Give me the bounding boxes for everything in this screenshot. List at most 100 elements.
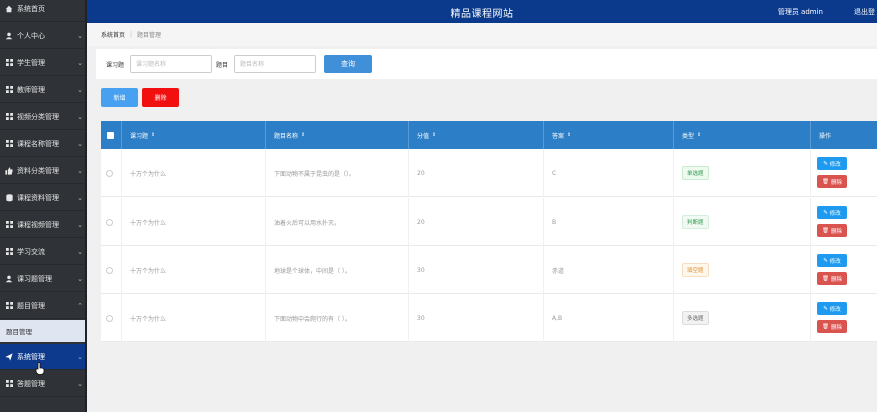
sidebar-item-label: 课程名称管理 xyxy=(17,139,59,148)
select-all-checkbox[interactable] xyxy=(107,131,114,139)
sidebar-item-label: 学生管理 xyxy=(17,58,45,67)
sidebar-item-label: 题目管理 xyxy=(17,301,45,310)
edit-button[interactable]: ✎ 修改 xyxy=(817,302,847,315)
current-user: 管理员 admin xyxy=(777,8,823,16)
sidebar-item-video-category[interactable]: 视频分类管理 ⌄ xyxy=(0,104,87,130)
add-button[interactable]: 新增 xyxy=(101,88,138,107)
delete-button[interactable]: 🗑 删除 xyxy=(817,175,847,188)
sidebar-item-label: 课习题管理 xyxy=(17,274,52,283)
logout-link[interactable]: 退出登 xyxy=(854,7,875,17)
cell-question: 下面动物中会爬行的有（ ）。 xyxy=(266,294,409,342)
sidebar-item-label: 视频分类管理 xyxy=(17,112,59,121)
table-row: 十万个为什么 地球是个球体，中间是（ ）。 30 赤道 填空题 ✎ 修改 🗑 删除 xyxy=(101,246,877,294)
grid-icon xyxy=(2,113,16,120)
delete-button[interactable]: 🗑 删除 xyxy=(817,320,847,333)
column-header-answer[interactable]: 答案 ⇕ xyxy=(544,121,674,149)
cell-answer: B xyxy=(544,198,674,246)
type-badge: 填空题 xyxy=(682,263,709,277)
grid-icon xyxy=(2,86,16,93)
delete-label: 删除 xyxy=(830,228,842,235)
sidebar-item-exercise[interactable]: 课习题管理 ⌄ xyxy=(0,266,87,292)
column-header-label: 课习题 xyxy=(130,132,149,140)
sidebar-item-material-category[interactable]: 资料分类管理 ⌄ xyxy=(0,158,87,184)
cell-exercise: 十万个为什么 xyxy=(122,246,266,294)
sidebar-item-students[interactable]: 学生管理 ⌄ xyxy=(0,50,87,76)
grid-icon xyxy=(2,221,16,228)
column-header-label: 操作 xyxy=(819,132,832,140)
edit-button[interactable]: ✎ 修改 xyxy=(817,254,847,267)
sort-icon: ⇕ xyxy=(567,132,572,138)
delete-button[interactable]: 🗑 删除 xyxy=(817,224,847,237)
question-filter-label: 题目 xyxy=(216,62,229,69)
cell-exercise: 十万个为什么 xyxy=(122,149,266,197)
row-select-cell xyxy=(101,294,122,342)
exercise-search-input[interactable] xyxy=(130,55,212,73)
edit-icon: ✎ xyxy=(823,160,828,167)
question-search-input[interactable] xyxy=(234,55,316,73)
home-icon xyxy=(2,5,16,13)
sidebar-item-course-video[interactable]: 课程视频管理 ⌄ xyxy=(0,212,87,238)
column-header-exercise[interactable]: 课习题 ⇕ xyxy=(122,121,266,149)
row-checkbox[interactable] xyxy=(106,314,113,322)
edit-icon: ✎ xyxy=(823,209,828,216)
sidebar-item-label: 课程资料管理 xyxy=(17,193,59,202)
delete-label: 删除 xyxy=(830,179,842,186)
query-button[interactable]: 查询 xyxy=(324,55,372,73)
sidebar-item-questions[interactable]: 题目管理 ⌃ xyxy=(0,293,87,319)
row-select-cell xyxy=(101,198,122,246)
grid-icon xyxy=(2,248,16,255)
delete-button[interactable]: 🗑 删除 xyxy=(817,272,847,285)
sidebar: 系统首页 个人中心 ⌄ 学生管理 ⌄ 教师管理 ⌄ 视频分类管理 ⌄ 课程名称管… xyxy=(0,0,87,412)
column-header-type[interactable]: 类型 ⇕ xyxy=(674,121,811,149)
grid-icon xyxy=(2,140,16,147)
row-select-cell xyxy=(101,149,122,197)
batch-delete-button[interactable]: 删除 xyxy=(142,88,179,107)
send-icon xyxy=(2,352,16,361)
grid-icon xyxy=(2,380,16,387)
edit-icon: ✎ xyxy=(823,257,828,264)
sidebar-subitem-questions[interactable]: 题目管理 xyxy=(0,320,87,342)
edit-button[interactable]: ✎ 修改 xyxy=(817,206,847,219)
breadcrumb-home[interactable]: 系统首页 xyxy=(101,30,125,39)
cell-answer: C xyxy=(544,149,674,197)
hand-cursor-icon xyxy=(35,362,45,375)
cylinder-icon xyxy=(2,193,16,202)
sidebar-item-label: 系统首页 xyxy=(17,4,45,13)
thumbs-up-icon xyxy=(2,166,16,175)
sidebar-item-label: 教师管理 xyxy=(17,85,45,94)
row-checkbox[interactable] xyxy=(106,169,113,177)
cell-answer: 赤道 xyxy=(544,246,674,294)
sidebar-scrollbar[interactable] xyxy=(85,0,87,412)
cell-type: 多选题 xyxy=(674,294,811,342)
sidebar-item-course-name[interactable]: 课程名称管理 ⌄ xyxy=(0,131,87,157)
cell-question: 油着火后可以用水扑灭。 xyxy=(266,198,409,246)
sidebar-item-home[interactable]: 系统首页 xyxy=(0,0,87,22)
sidebar-item-label: 个人中心 xyxy=(17,31,45,40)
type-badge: 判断题 xyxy=(682,215,709,229)
cell-question: 下面动物不属于昆虫的是（）。 xyxy=(266,149,409,197)
sort-icon: ⇕ xyxy=(301,132,306,138)
edit-button[interactable]: ✎ 修改 xyxy=(817,157,847,170)
search-panel: 课习题 题目 查询 xyxy=(96,49,877,79)
sidebar-item-exchange[interactable]: 学习交流 ⌄ xyxy=(0,239,87,265)
column-header-label: 题目名称 xyxy=(274,132,299,140)
column-header-score[interactable]: 分值 ⇕ xyxy=(409,121,544,149)
breadcrumb-separator: | xyxy=(130,31,133,38)
cell-type: 判断题 xyxy=(674,198,811,246)
table-row: 十万个为什么 下面动物不属于昆虫的是（）。 20 C 单选题 ✎ 修改 🗑 删除 xyxy=(101,149,877,197)
cell-exercise: 十万个为什么 xyxy=(122,294,266,342)
column-header-question[interactable]: 题目名称 ⇕ xyxy=(266,121,409,149)
sidebar-item-course-material[interactable]: 课程资料管理 ⌄ xyxy=(0,185,87,211)
cell-score: 20 xyxy=(409,198,544,246)
grid-icon xyxy=(2,59,16,66)
questions-table: 课习题 ⇕ 题目名称 ⇕ 分值 ⇕ 答案 ⇕ 类型 ⇕ 操作 十万个为什么 下面动物不属于… xyxy=(101,121,877,342)
sort-icon: ⇕ xyxy=(697,132,702,138)
row-checkbox[interactable] xyxy=(106,218,113,226)
table-row: 十万个为什么 油着火后可以用水扑灭。 20 B 判断题 ✎ 修改 🗑 删除 xyxy=(101,198,877,246)
sidebar-item-teachers[interactable]: 教师管理 ⌄ xyxy=(0,77,87,103)
edit-label: 修改 xyxy=(829,258,841,265)
row-checkbox[interactable] xyxy=(106,266,113,274)
sidebar-item-personal[interactable]: 个人中心 ⌄ xyxy=(0,23,87,49)
column-header-label: 分值 xyxy=(417,132,430,140)
row-select-cell xyxy=(101,246,122,294)
